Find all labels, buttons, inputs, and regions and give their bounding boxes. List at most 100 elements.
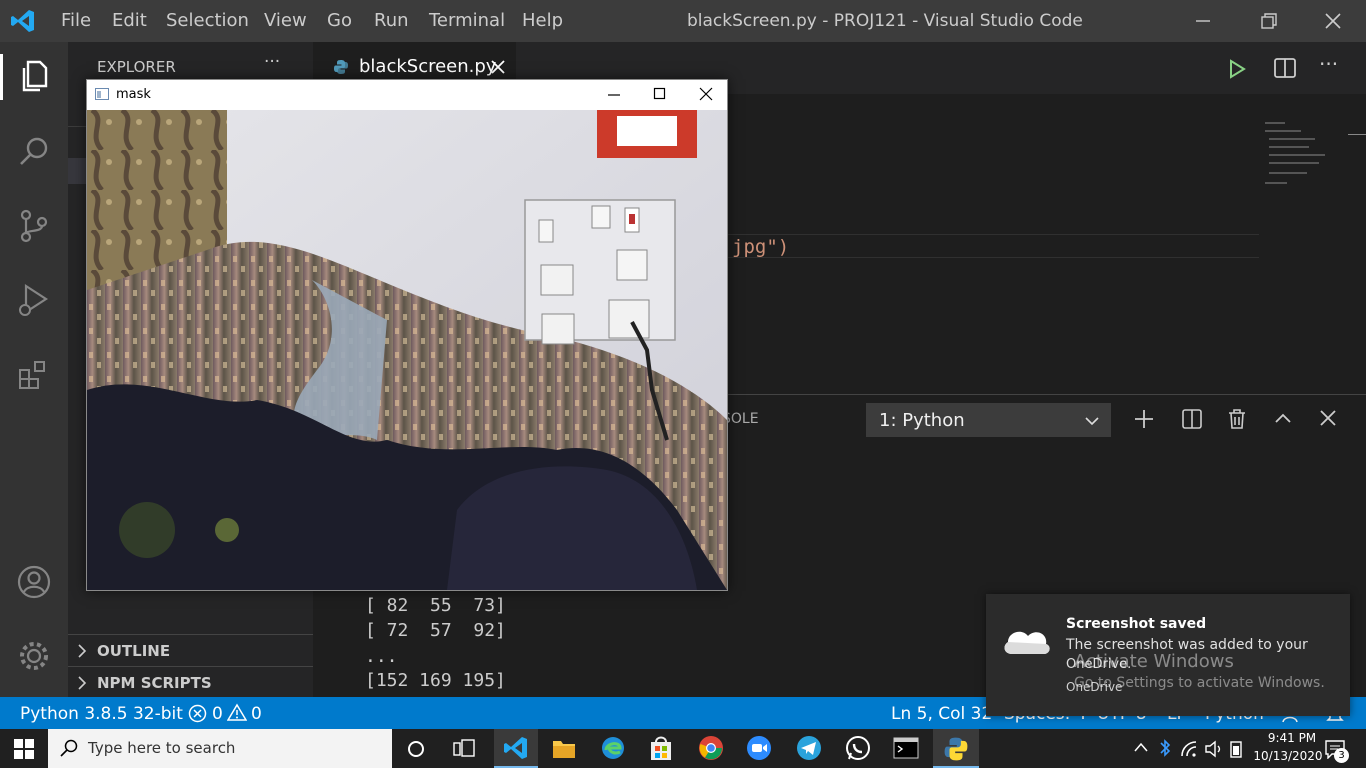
extensions-icon[interactable] xyxy=(14,356,54,396)
outline-label: OUTLINE xyxy=(97,642,171,660)
terminal-select-value: 1: Python xyxy=(879,410,965,431)
mask-window-titlebar[interactable]: mask xyxy=(87,80,727,110)
warning-icon[interactable] xyxy=(227,703,247,722)
bluetooth-icon[interactable] xyxy=(1158,738,1172,758)
menu-edit[interactable]: Edit xyxy=(112,0,147,42)
code-fragment: jpg") xyxy=(732,236,790,258)
editor-more-actions-button[interactable]: ··· xyxy=(1319,52,1338,76)
menu-selection[interactable]: Selection xyxy=(166,0,249,42)
activate-windows-hint: Go to Settings to activate Windows. xyxy=(1074,675,1325,691)
task-view-icon[interactable] xyxy=(453,738,475,760)
terminal-output-line: [152 169 195] xyxy=(365,670,506,691)
divider xyxy=(68,634,313,635)
title-bar: File Edit Selection View Go Run Terminal… xyxy=(0,0,1366,42)
sidebar-header: EXPLORER xyxy=(97,58,176,76)
chevron-right-icon xyxy=(78,676,87,690)
minimap[interactable] xyxy=(1263,122,1353,192)
settings-gear-icon[interactable] xyxy=(14,636,54,676)
source-control-icon[interactable] xyxy=(14,206,54,246)
toast-title: Screenshot saved xyxy=(1066,616,1207,632)
activate-windows-watermark: Activate Windows xyxy=(1074,651,1234,672)
restore-icon xyxy=(1261,13,1277,29)
split-editor-icon[interactable] xyxy=(1273,56,1297,80)
telegram-icon[interactable] xyxy=(796,735,822,761)
minimize-icon xyxy=(1196,20,1210,22)
npm-scripts-section[interactable]: NPM SCRIPTS xyxy=(68,670,313,696)
sidebar-more-button[interactable]: ··· xyxy=(264,52,280,72)
menu-go[interactable]: Go xyxy=(327,0,352,42)
window-title: blackScreen.py - PROJ121 - Visual Studio… xyxy=(687,11,1083,31)
taskbar-python[interactable] xyxy=(933,729,979,768)
command-prompt-icon[interactable] xyxy=(893,737,919,759)
maximize-icon[interactable] xyxy=(653,87,667,101)
run-debug-icon[interactable] xyxy=(14,280,54,320)
vscode-icon xyxy=(504,737,527,759)
menu-help[interactable]: Help xyxy=(522,0,563,42)
menu-run[interactable]: Run xyxy=(374,0,409,42)
menu-terminal[interactable]: Terminal xyxy=(429,0,505,42)
search-icon xyxy=(60,739,78,757)
run-python-file-icon[interactable] xyxy=(1225,57,1249,81)
onedrive-cloud-icon xyxy=(1004,631,1050,654)
chevron-down-icon xyxy=(1085,417,1099,426)
microsoft-store-icon[interactable] xyxy=(648,734,674,762)
chrome-icon[interactable] xyxy=(698,735,724,761)
menu-view[interactable]: View xyxy=(264,0,307,42)
new-terminal-icon[interactable] xyxy=(1133,408,1155,430)
scrollbar-thumb[interactable] xyxy=(1348,134,1366,154)
npm-scripts-label: NPM SCRIPTS xyxy=(97,674,212,692)
battery-icon[interactable] xyxy=(1228,740,1244,758)
restore-button[interactable] xyxy=(1236,0,1302,42)
activity-bar xyxy=(0,42,68,697)
current-line-highlight xyxy=(726,234,1259,258)
terminal-output-line: [ 72 57 92] xyxy=(365,620,506,641)
search-icon[interactable] xyxy=(14,132,54,172)
whatsapp-icon[interactable] xyxy=(845,735,871,761)
taskbar-vscode[interactable] xyxy=(494,729,538,768)
clock-time[interactable]: 9:41 PM xyxy=(1264,731,1320,745)
mask-window[interactable]: mask xyxy=(86,79,728,591)
menu-file[interactable]: File xyxy=(61,0,91,42)
active-indicator xyxy=(0,54,3,100)
vscode-logo-icon xyxy=(11,10,34,32)
split-terminal-icon[interactable] xyxy=(1181,408,1203,430)
clock-date[interactable]: 10/13/2020 xyxy=(1252,749,1324,763)
error-icon[interactable] xyxy=(188,704,207,723)
terminal-output-line: ... xyxy=(365,646,398,667)
tab-label: blackScreen.py xyxy=(359,56,497,77)
warning-count[interactable]: 0 xyxy=(251,697,262,731)
taskbar-search-box[interactable]: Type here to search xyxy=(48,729,392,768)
wifi-icon[interactable] xyxy=(1180,740,1202,758)
minimize-icon[interactable] xyxy=(607,88,621,102)
outline-section[interactable]: OUTLINE xyxy=(68,638,313,664)
close-button[interactable] xyxy=(1300,0,1366,42)
mask-camera-frame xyxy=(87,110,727,590)
kill-terminal-trash-icon[interactable] xyxy=(1226,407,1248,431)
windows-start-icon[interactable] xyxy=(14,739,34,759)
terminal-select[interactable]: 1: Python xyxy=(866,403,1111,437)
file-explorer-icon[interactable] xyxy=(552,737,576,759)
close-icon xyxy=(1325,13,1341,29)
notification-count-badge: 3 xyxy=(1334,748,1349,763)
terminal-output-line: [ 82 55 73] xyxy=(365,595,506,616)
error-count[interactable]: 0 xyxy=(212,697,223,731)
close-icon[interactable] xyxy=(699,87,713,101)
accounts-icon[interactable] xyxy=(14,562,54,602)
search-placeholder: Type here to search xyxy=(88,739,236,757)
minimize-button[interactable] xyxy=(1170,0,1236,42)
maximize-panel-chevron-up-icon[interactable] xyxy=(1273,410,1293,426)
show-hidden-icons-chevron-up-icon[interactable] xyxy=(1133,741,1149,753)
python-file-icon xyxy=(334,60,348,74)
zoom-icon[interactable] xyxy=(746,735,772,761)
volume-icon[interactable] xyxy=(1204,740,1224,758)
cursor-position[interactable]: Ln 5, Col 32 xyxy=(891,697,992,731)
explorer-files-icon[interactable] xyxy=(14,56,54,96)
camera-frame-image xyxy=(87,110,727,590)
cortana-icon[interactable] xyxy=(406,739,426,759)
close-panel-icon[interactable] xyxy=(1319,409,1337,427)
edge-browser-icon[interactable] xyxy=(600,735,626,761)
mask-window-title: mask xyxy=(116,87,151,102)
divider xyxy=(68,666,313,667)
python-interpreter[interactable]: Python 3.8.5 32-bit xyxy=(20,697,183,731)
tab-close-icon[interactable] xyxy=(490,59,506,75)
